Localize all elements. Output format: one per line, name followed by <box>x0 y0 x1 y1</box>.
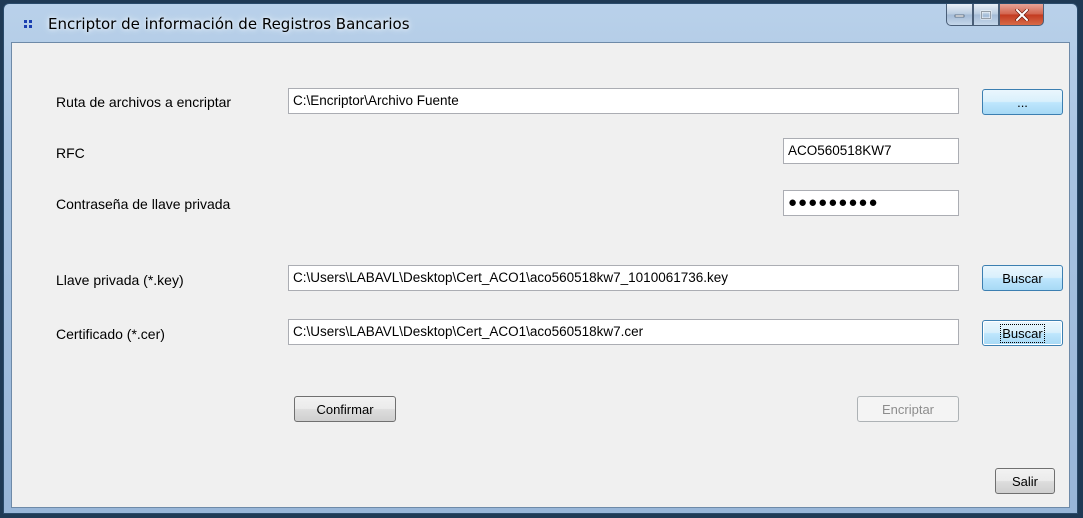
browse-source-button[interactable]: ... <box>982 89 1063 115</box>
certificate-label: Certificado (*.cer) <box>56 326 165 342</box>
private-key-input[interactable]: C:\Users\LABAVL\Desktop\Cert_ACO1\aco560… <box>288 265 959 291</box>
browse-private-key-button-label: Buscar <box>1002 270 1043 286</box>
encrypt-button[interactable]: Encriptar <box>857 396 959 422</box>
confirm-button-label: Confirmar <box>316 401 374 417</box>
browse-private-key-button[interactable]: Buscar <box>982 265 1063 291</box>
browse-source-button-label: ... <box>1017 94 1028 110</box>
confirm-button[interactable]: Confirmar <box>294 396 396 422</box>
rfc-input[interactable]: ACO560518KW7 <box>783 138 959 164</box>
certificate-input[interactable]: C:\Users\LABAVL\Desktop\Cert_ACO1\aco560… <box>288 319 959 345</box>
close-button[interactable] <box>999 4 1044 26</box>
password-input[interactable]: ●●●●●●●●● <box>783 190 959 216</box>
browse-certificate-button[interactable]: Buscar <box>982 320 1063 346</box>
maximize-button[interactable] <box>973 4 999 26</box>
exit-button-label: Salir <box>1011 473 1038 489</box>
password-label: Contraseña de llave privada <box>56 196 231 212</box>
app-icon <box>24 20 32 28</box>
title-bar[interactable]: Encriptor de información de Registros Ba… <box>4 4 1077 42</box>
private-key-label: Llave privada (*.key) <box>56 272 184 288</box>
app-window: Encriptor de información de Registros Ba… <box>3 3 1078 514</box>
minimize-icon <box>954 14 964 17</box>
minimize-button[interactable] <box>946 4 973 26</box>
maximize-icon <box>980 10 992 19</box>
window-title: Encriptor de información de Registros Ba… <box>48 15 410 33</box>
encrypt-button-label: Encriptar <box>881 401 935 417</box>
source-path-input[interactable]: C:\Encriptor\Archivo Fuente <box>288 88 959 114</box>
close-icon <box>1014 8 1029 21</box>
source-path-label: Ruta de archivos a encriptar <box>56 94 232 110</box>
browse-certificate-button-label: Buscar <box>1000 323 1045 343</box>
exit-button[interactable]: Salir <box>995 468 1055 494</box>
form-area: Ruta de archivos a encriptar C:\Encripto… <box>11 42 1070 508</box>
rfc-label: RFC <box>56 145 85 161</box>
